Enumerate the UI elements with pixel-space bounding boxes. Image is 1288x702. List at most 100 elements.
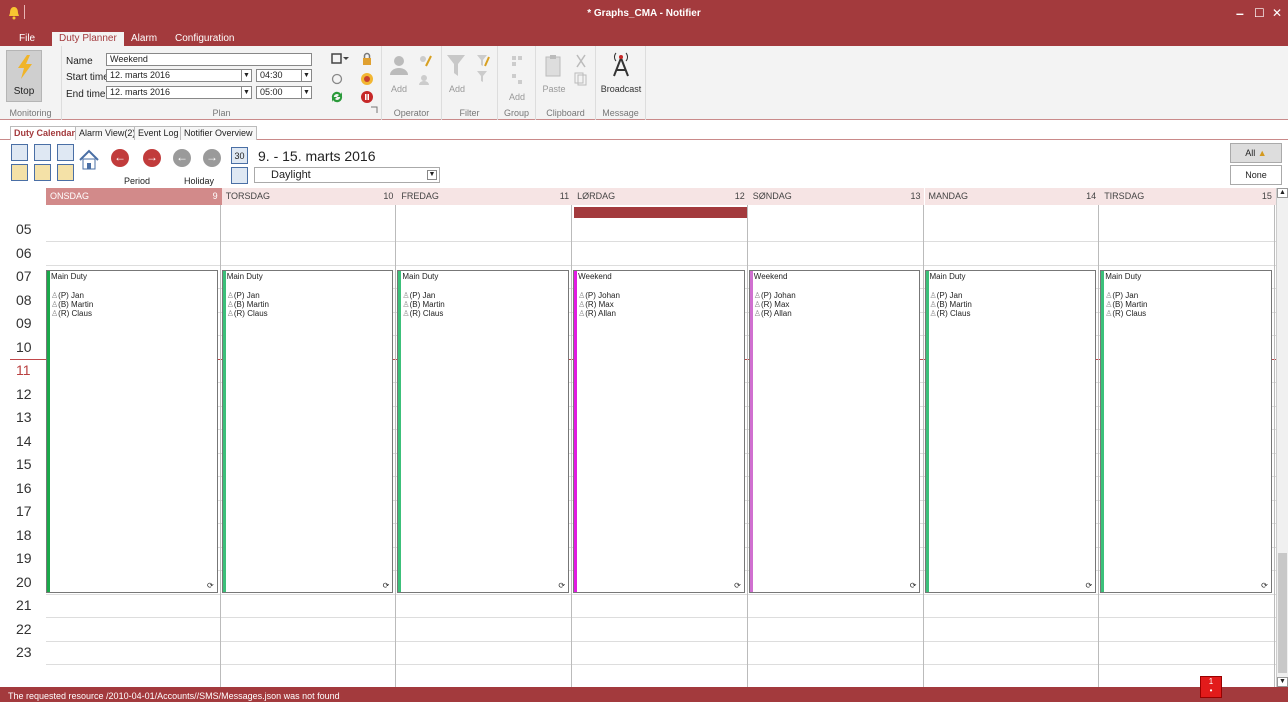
tab-alarm-view[interactable]: Alarm View(2) — [75, 126, 140, 140]
vertical-scrollbar[interactable]: ▲ ▼ — [1276, 188, 1288, 687]
chevron-down-icon[interactable]: ▼ — [241, 87, 251, 98]
duty-member[interactable]: ♙(R) Allan — [754, 309, 792, 318]
menu-alarm[interactable]: Alarm — [124, 32, 164, 46]
timeline-view-icon[interactable] — [34, 164, 51, 181]
duty-member[interactable]: ♙(R) Claus — [402, 309, 443, 318]
home-icon[interactable] — [78, 149, 100, 171]
plan-name-field[interactable]: Weekend — [106, 53, 312, 66]
start-date-picker[interactable]: 12. marts 2016 ▼ — [106, 69, 252, 82]
duty-member[interactable]: ♙(R) Claus — [227, 309, 268, 318]
day-header[interactable]: MANDAG 14 — [924, 188, 1101, 205]
duty-member[interactable]: ♙(R) Claus — [51, 309, 92, 318]
scroll-down-icon[interactable]: ▼ — [1277, 677, 1288, 687]
duty-block[interactable]: Main Duty ♙(P) Jan ♙(B) Martin ♙(R) Claus ⟳ — [397, 270, 570, 593]
user-remove-icon[interactable] — [418, 72, 432, 86]
menu-file[interactable]: File — [12, 32, 42, 46]
notification-badge[interactable]: 1 • — [1200, 676, 1222, 698]
chevron-down-icon[interactable]: ▼ — [241, 70, 251, 81]
paste-icon[interactable] — [544, 54, 564, 78]
day-view-icon[interactable] — [11, 144, 28, 161]
tab-event-log[interactable]: Event Log — [134, 126, 183, 140]
week-view-icon[interactable] — [34, 144, 51, 161]
user-edit-icon[interactable] — [418, 54, 432, 68]
start-time-picker[interactable]: 04:30 ▼ — [256, 69, 312, 82]
none-button[interactable]: None — [1230, 165, 1282, 185]
close-button[interactable]: ✕ — [1272, 5, 1282, 21]
day-header[interactable]: ONSDAG 9 — [46, 188, 222, 205]
maximize-button[interactable]: ☐ — [1254, 5, 1265, 21]
duty-block[interactable]: Main Duty ♙(P) Jan ♙(B) Martin ♙(R) Claus ⟳ — [924, 270, 1097, 593]
chevron-down-icon[interactable]: ▼ — [427, 170, 437, 180]
duty-member[interactable]: ♙(P) Jan — [227, 291, 260, 300]
duty-member[interactable]: ♙(P) Jan — [1105, 291, 1138, 300]
period-back-icon[interactable]: ← — [111, 149, 129, 167]
warning-icon[interactable] — [360, 72, 374, 86]
filter-edit-icon[interactable] — [476, 54, 490, 68]
operator-add-label[interactable]: Add — [388, 84, 410, 94]
duty-member[interactable]: ♙(R) Max — [754, 300, 790, 309]
scroll-up-icon[interactable]: ▲ — [1277, 188, 1288, 198]
end-date-picker[interactable]: 12. marts 2016 ▼ — [106, 86, 252, 99]
chevron-down-icon[interactable]: ▼ — [301, 87, 311, 98]
shift-filter-dropdown[interactable]: Daylight ▼ — [254, 167, 440, 183]
calendar-icon[interactable]: 30 — [231, 147, 248, 164]
all-button[interactable]: All ▲ — [1230, 143, 1282, 163]
period-forward-icon[interactable]: → — [143, 149, 161, 167]
filter-remove-icon[interactable] — [476, 70, 490, 84]
sync-icon[interactable] — [330, 90, 344, 104]
user-icon[interactable] — [388, 54, 410, 76]
stop-button[interactable]: Stop — [6, 50, 42, 102]
menu-duty-planner[interactable]: Duty Planner — [52, 32, 124, 46]
filter-add-label[interactable]: Add — [446, 84, 468, 94]
group-icon[interactable] — [510, 54, 524, 68]
duty-member[interactable]: ♙(R) Allan — [578, 309, 616, 318]
end-time-picker[interactable]: 05:00 ▼ — [256, 86, 312, 99]
day-header[interactable]: LØRDAG 12 — [573, 188, 749, 205]
broadcast-icon[interactable] — [608, 50, 634, 78]
copy-icon[interactable] — [574, 72, 588, 86]
duty-member[interactable]: ♙(P) Jan — [51, 291, 84, 300]
month-view-icon[interactable] — [57, 144, 74, 161]
scroll-thumb[interactable] — [1278, 553, 1287, 673]
duty-member[interactable]: ♙(R) Claus — [1105, 309, 1146, 318]
tab-duty-calendar[interactable]: Duty Calendar — [10, 126, 80, 140]
duty-block[interactable]: Main Duty ♙(P) Jan ♙(B) Martin ♙(R) Claus ⟳ — [46, 270, 218, 593]
duty-member[interactable]: ♙(P) Jan — [930, 291, 963, 300]
day-header[interactable]: FREDAG 11 — [397, 188, 574, 205]
paste-label[interactable]: Paste — [540, 84, 568, 94]
duty-member[interactable]: ♙(B) Martin — [402, 300, 444, 309]
holiday-forward-icon[interactable]: → — [203, 149, 221, 167]
schedule-view-icon[interactable] — [57, 164, 74, 181]
duty-member[interactable]: ♙(P) Johan — [578, 291, 620, 300]
filter-icon[interactable] — [446, 54, 466, 78]
duty-block[interactable]: Weekend ♙(P) Johan ♙(R) Max ♙(R) Allan ⟳ — [573, 270, 745, 593]
calendar-small-icon[interactable] — [231, 167, 248, 184]
pause-icon[interactable] — [360, 90, 374, 104]
duty-block[interactable]: Main Duty ♙(P) Jan ♙(B) Martin ♙(R) Claus ⟳ — [1100, 270, 1272, 593]
duty-block[interactable]: Main Duty ♙(P) Jan ♙(B) Martin ♙(R) Claus ⟳ — [221, 270, 394, 593]
day-header[interactable]: TIRSDAG 15 — [1100, 188, 1276, 205]
duty-member[interactable]: ♙(P) Johan — [754, 291, 796, 300]
refresh-icon[interactable] — [330, 72, 344, 86]
group-add-label[interactable]: Add — [506, 92, 528, 102]
duty-member[interactable]: ♙(P) Jan — [402, 291, 435, 300]
menu-configuration[interactable]: Configuration — [168, 32, 241, 46]
cut-icon[interactable] — [574, 54, 588, 68]
dropdown-icon[interactable] — [342, 54, 350, 62]
group-edit-icon[interactable] — [510, 72, 524, 86]
duty-block[interactable]: Weekend ♙(P) Johan ♙(R) Max ♙(R) Allan ⟳ — [748, 270, 921, 593]
broadcast-label[interactable]: Broadcast — [596, 84, 646, 94]
minimize-button[interactable]: – — [1236, 5, 1244, 21]
lock-icon[interactable] — [360, 52, 374, 66]
duty-member[interactable]: ♙(B) Martin — [930, 300, 972, 309]
workweek-view-icon[interactable] — [11, 164, 28, 181]
day-header[interactable]: TORSDAG 10 — [221, 188, 398, 205]
duty-member[interactable]: ♙(B) Martin — [227, 300, 269, 309]
tab-notifier-overview[interactable]: Notifier Overview — [180, 126, 257, 140]
duty-member[interactable]: ♙(R) Claus — [930, 309, 971, 318]
holiday-back-icon[interactable]: ← — [173, 149, 191, 167]
day-header[interactable]: SØNDAG 13 — [748, 188, 925, 205]
chevron-down-icon[interactable]: ▼ — [301, 70, 311, 81]
duty-member[interactable]: ♙(R) Max — [578, 300, 614, 309]
duty-member[interactable]: ♙(B) Martin — [1105, 300, 1147, 309]
